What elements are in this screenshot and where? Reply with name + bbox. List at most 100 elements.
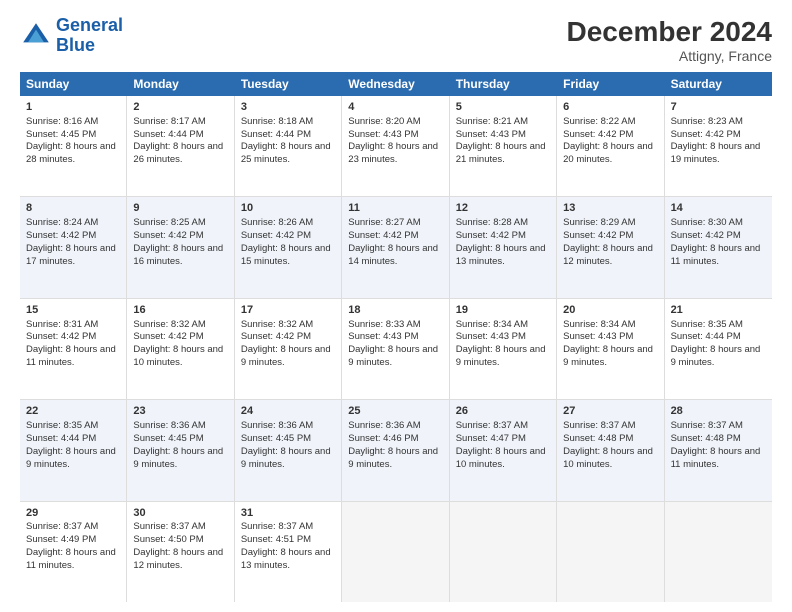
sunset-label: Sunset: 4:45 PM <box>241 433 311 444</box>
day-number: 18 <box>348 303 442 318</box>
day-number: 1 <box>26 100 120 115</box>
day-number: 12 <box>456 201 550 216</box>
sunrise-label: Sunrise: 8:34 AM <box>563 319 635 330</box>
sunset-label: Sunset: 4:42 PM <box>348 230 418 241</box>
daylight-label: Daylight: 8 hours and 9 minutes. <box>456 344 546 368</box>
day-number: 9 <box>133 201 227 216</box>
day-number: 5 <box>456 100 550 115</box>
day-header: Sunday <box>20 72 127 96</box>
calendar-cell: 14Sunrise: 8:30 AMSunset: 4:42 PMDayligh… <box>665 197 772 297</box>
calendar-cell: 16Sunrise: 8:32 AMSunset: 4:42 PMDayligh… <box>127 299 234 399</box>
sunset-label: Sunset: 4:42 PM <box>563 129 633 140</box>
sunrise-label: Sunrise: 8:18 AM <box>241 116 313 127</box>
daylight-label: Daylight: 8 hours and 9 minutes. <box>26 446 116 470</box>
sunset-label: Sunset: 4:42 PM <box>133 230 203 241</box>
calendar-cell: 15Sunrise: 8:31 AMSunset: 4:42 PMDayligh… <box>20 299 127 399</box>
day-number: 31 <box>241 506 335 521</box>
day-number: 4 <box>348 100 442 115</box>
sunrise-label: Sunrise: 8:30 AM <box>671 217 743 228</box>
day-number: 27 <box>563 404 657 419</box>
sunrise-label: Sunrise: 8:35 AM <box>671 319 743 330</box>
calendar-header: SundayMondayTuesdayWednesdayThursdayFrid… <box>20 72 772 96</box>
calendar-cell: 2Sunrise: 8:17 AMSunset: 4:44 PMDaylight… <box>127 96 234 196</box>
sunrise-label: Sunrise: 8:22 AM <box>563 116 635 127</box>
calendar-body: 1Sunrise: 8:16 AM Sunset: 4:45 PM Daylight… <box>20 96 772 602</box>
daylight-label: Daylight: 8 hours and 10 minutes. <box>133 344 223 368</box>
day-header: Thursday <box>450 72 557 96</box>
sunrise-label: Sunrise: 8:27 AM <box>348 217 420 228</box>
sunset-label: Sunset: 4:42 PM <box>563 230 633 241</box>
calendar-cell: 22Sunrise: 8:35 AMSunset: 4:44 PMDayligh… <box>20 400 127 500</box>
sunset-label: Sunset: 4:45 PM <box>133 433 203 444</box>
calendar-cell: 17Sunrise: 8:32 AMSunset: 4:42 PMDayligh… <box>235 299 342 399</box>
day-number: 14 <box>671 201 766 216</box>
sunrise-label: Sunrise: 8:32 AM <box>241 319 313 330</box>
sunset-label: Sunset: 4:43 PM <box>456 331 526 342</box>
daylight-label: Daylight: 8 hours and 9 minutes. <box>241 344 331 368</box>
calendar-cell-empty <box>557 502 664 602</box>
calendar-cell: 27Sunrise: 8:37 AMSunset: 4:48 PMDayligh… <box>557 400 664 500</box>
logo-text: General Blue <box>56 16 123 56</box>
sunset-label: Sunset: 4:44 PM <box>241 129 311 140</box>
sunset-label: Sunset: 4:48 PM <box>563 433 633 444</box>
sunrise-label: Sunrise: 8:26 AM <box>241 217 313 228</box>
day-number: 19 <box>456 303 550 318</box>
day-number: 21 <box>671 303 766 318</box>
sunrise-label: Sunrise: 8:36 AM <box>241 420 313 431</box>
sunset-label: Sunset: 4:48 PM <box>671 433 741 444</box>
day-number: 29 <box>26 506 120 521</box>
day-number: 28 <box>671 404 766 419</box>
calendar-row: 15Sunrise: 8:31 AMSunset: 4:42 PMDayligh… <box>20 299 772 400</box>
daylight-label: Daylight: 8 hours and 9 minutes. <box>671 344 761 368</box>
day-number: 16 <box>133 303 227 318</box>
daylight-label: Daylight: 8 hours and 12 minutes. <box>563 243 653 267</box>
sunset-label: Sunset: 4:43 PM <box>456 129 526 140</box>
daylight-label: Daylight: 8 hours and 20 minutes. <box>563 141 653 165</box>
day-number: 15 <box>26 303 120 318</box>
sunrise-label: Sunrise: 8:16 AM <box>26 116 98 127</box>
daylight-label: Daylight: 8 hours and 19 minutes. <box>671 141 761 165</box>
calendar-cell: 7Sunrise: 8:23 AMSunset: 4:42 PMDaylight… <box>665 96 772 196</box>
daylight-label: Daylight: 8 hours and 9 minutes. <box>563 344 653 368</box>
daylight-label: Daylight: 8 hours and 11 minutes. <box>26 547 116 571</box>
daylight-label: Daylight: 8 hours and 13 minutes. <box>241 547 331 571</box>
calendar-cell: 1Sunrise: 8:16 AMSunset: 4:45 PMDaylight… <box>20 96 127 196</box>
calendar-cell: 13Sunrise: 8:29 AMSunset: 4:42 PMDayligh… <box>557 197 664 297</box>
day-number: 7 <box>671 100 766 115</box>
daylight-label: Daylight: 8 hours and 17 minutes. <box>26 243 116 267</box>
daylight-label: Daylight: 8 hours and 9 minutes. <box>348 446 438 470</box>
sunrise-label: Sunrise: 8:33 AM <box>348 319 420 330</box>
calendar-cell: 19Sunrise: 8:34 AMSunset: 4:43 PMDayligh… <box>450 299 557 399</box>
sunset-label: Sunset: 4:42 PM <box>671 230 741 241</box>
daylight-label: Daylight: 8 hours and 28 minutes. <box>26 141 116 165</box>
sunrise-label: Sunrise: 8:21 AM <box>456 116 528 127</box>
daylight-label: Daylight: 8 hours and 25 minutes. <box>241 141 331 165</box>
day-number: 2 <box>133 100 227 115</box>
calendar-cell: 30Sunrise: 8:37 AMSunset: 4:50 PMDayligh… <box>127 502 234 602</box>
calendar-cell: 4Sunrise: 8:20 AMSunset: 4:43 PMDaylight… <box>342 96 449 196</box>
calendar-row: 8Sunrise: 8:24 AMSunset: 4:42 PMDaylight… <box>20 197 772 298</box>
sunrise-label: Sunrise: 8:28 AM <box>456 217 528 228</box>
day-header: Tuesday <box>235 72 342 96</box>
sunrise-label: Sunrise: 8:17 AM <box>133 116 205 127</box>
header: General Blue December 2024 Attigny, Fran… <box>20 16 772 64</box>
sunset-label: Sunset: 4:43 PM <box>348 331 418 342</box>
sunrise-label: Sunrise: 8:24 AM <box>26 217 98 228</box>
sunset-label: Sunset: 4:42 PM <box>26 331 96 342</box>
daylight-label: Daylight: 8 hours and 9 minutes. <box>133 446 223 470</box>
sunrise-label: Sunrise: 8:37 AM <box>26 521 98 532</box>
daylight-label: Daylight: 8 hours and 21 minutes. <box>456 141 546 165</box>
sunset-label: Sunset: 4:46 PM <box>348 433 418 444</box>
day-number: 10 <box>241 201 335 216</box>
sunset-label: Sunset: 4:44 PM <box>133 129 203 140</box>
calendar-cell: 24Sunrise: 8:36 AMSunset: 4:45 PMDayligh… <box>235 400 342 500</box>
day-header: Saturday <box>665 72 772 96</box>
daylight-label: Daylight: 8 hours and 9 minutes. <box>241 446 331 470</box>
subtitle: Attigny, France <box>567 48 772 64</box>
daylight-label: Daylight: 8 hours and 16 minutes. <box>133 243 223 267</box>
main-title: December 2024 <box>567 16 772 48</box>
day-header: Friday <box>557 72 664 96</box>
sunrise-label: Sunrise: 8:32 AM <box>133 319 205 330</box>
sunrise-label: Sunrise: 8:36 AM <box>348 420 420 431</box>
sunset-label: Sunset: 4:42 PM <box>26 230 96 241</box>
